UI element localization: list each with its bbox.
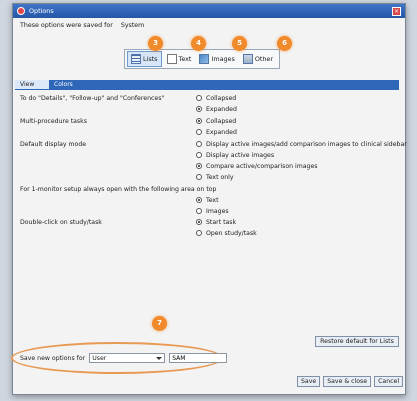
callout-badge-3: 3 (148, 36, 163, 51)
multi-collapsed-radio[interactable]: Collapsed (196, 118, 236, 125)
monitor-text-radio[interactable]: Text (196, 197, 219, 204)
todo-expanded-radio[interactable]: Expanded (196, 106, 237, 113)
category-lists-label: Lists (143, 55, 158, 63)
tab-divider (15, 89, 399, 90)
display-compare-radio[interactable]: Compare active/comparison images (196, 163, 318, 170)
category-text-button[interactable]: Text (164, 51, 195, 67)
category-toolbar: Lists Text Images Other (124, 49, 280, 69)
category-text-label: Text (178, 55, 192, 63)
tab-view[interactable]: View (15, 80, 49, 89)
display-sidebar-radio[interactable]: Display active images/add comparison ima… (196, 141, 407, 148)
tab-bar: View Colors (15, 80, 399, 89)
cancel-button[interactable]: Cancel (374, 376, 404, 387)
callout-badge-4: 4 (191, 36, 206, 51)
todo-label: To do "Details", "Follow-up" and "Confer… (20, 94, 165, 102)
saved-for-line: These options were saved for System (20, 22, 150, 29)
save-close-button[interactable]: Save & close (323, 376, 372, 387)
save-user-input[interactable] (169, 353, 228, 363)
restore-default-button[interactable]: Restore default for Lists (315, 336, 399, 347)
category-images-button[interactable]: Images (196, 51, 237, 67)
saved-for-value: System (120, 22, 145, 29)
close-icon[interactable]: × (392, 6, 401, 16)
category-images-label: Images (211, 55, 235, 63)
display-mode-label: Default display mode (20, 140, 87, 148)
save-new-options-row: Save new options for User (20, 353, 228, 363)
todo-collapsed-radio[interactable]: Collapsed (196, 95, 236, 102)
category-other-label: Other (254, 55, 273, 63)
save-new-label: Save new options for (20, 354, 86, 362)
saved-for-label: These options were saved for (20, 22, 113, 29)
monitor-label: For 1-monitor setup always open with the… (20, 185, 217, 193)
text-icon (166, 54, 177, 64)
save-button[interactable]: Save (297, 376, 321, 387)
callout-badge-7: 7 (152, 316, 167, 331)
monitor-images-radio[interactable]: Images (196, 208, 229, 215)
app-icon (17, 7, 25, 15)
save-target-value: User (92, 354, 107, 362)
title-bar: Options × (13, 4, 405, 18)
save-target-select[interactable]: User (89, 353, 166, 363)
display-textonly-radio[interactable]: Text only (196, 174, 234, 181)
multi-expanded-radio[interactable]: Expanded (196, 129, 237, 136)
other-icon (242, 54, 253, 64)
dblclick-start-radio[interactable]: Start task (196, 219, 236, 226)
window-title: Options (29, 7, 54, 15)
callout-badge-6: 6 (277, 36, 292, 51)
callout-badge-5: 5 (232, 36, 247, 51)
dblclick-open-radio[interactable]: Open study/task (196, 230, 257, 237)
category-lists-button[interactable]: Lists (127, 51, 162, 67)
tab-colors[interactable]: Colors (49, 80, 83, 89)
list-icon (131, 54, 141, 64)
multi-label: Multi-procedure tasks (20, 117, 87, 125)
chevron-down-icon (156, 356, 163, 360)
image-icon (199, 54, 210, 64)
dblclick-label: Double-click on study/task (20, 218, 102, 226)
category-other-button[interactable]: Other (240, 51, 276, 67)
display-active-radio[interactable]: Display active images (196, 152, 274, 159)
dialog-buttons: Save Save & close Cancel (297, 376, 404, 387)
